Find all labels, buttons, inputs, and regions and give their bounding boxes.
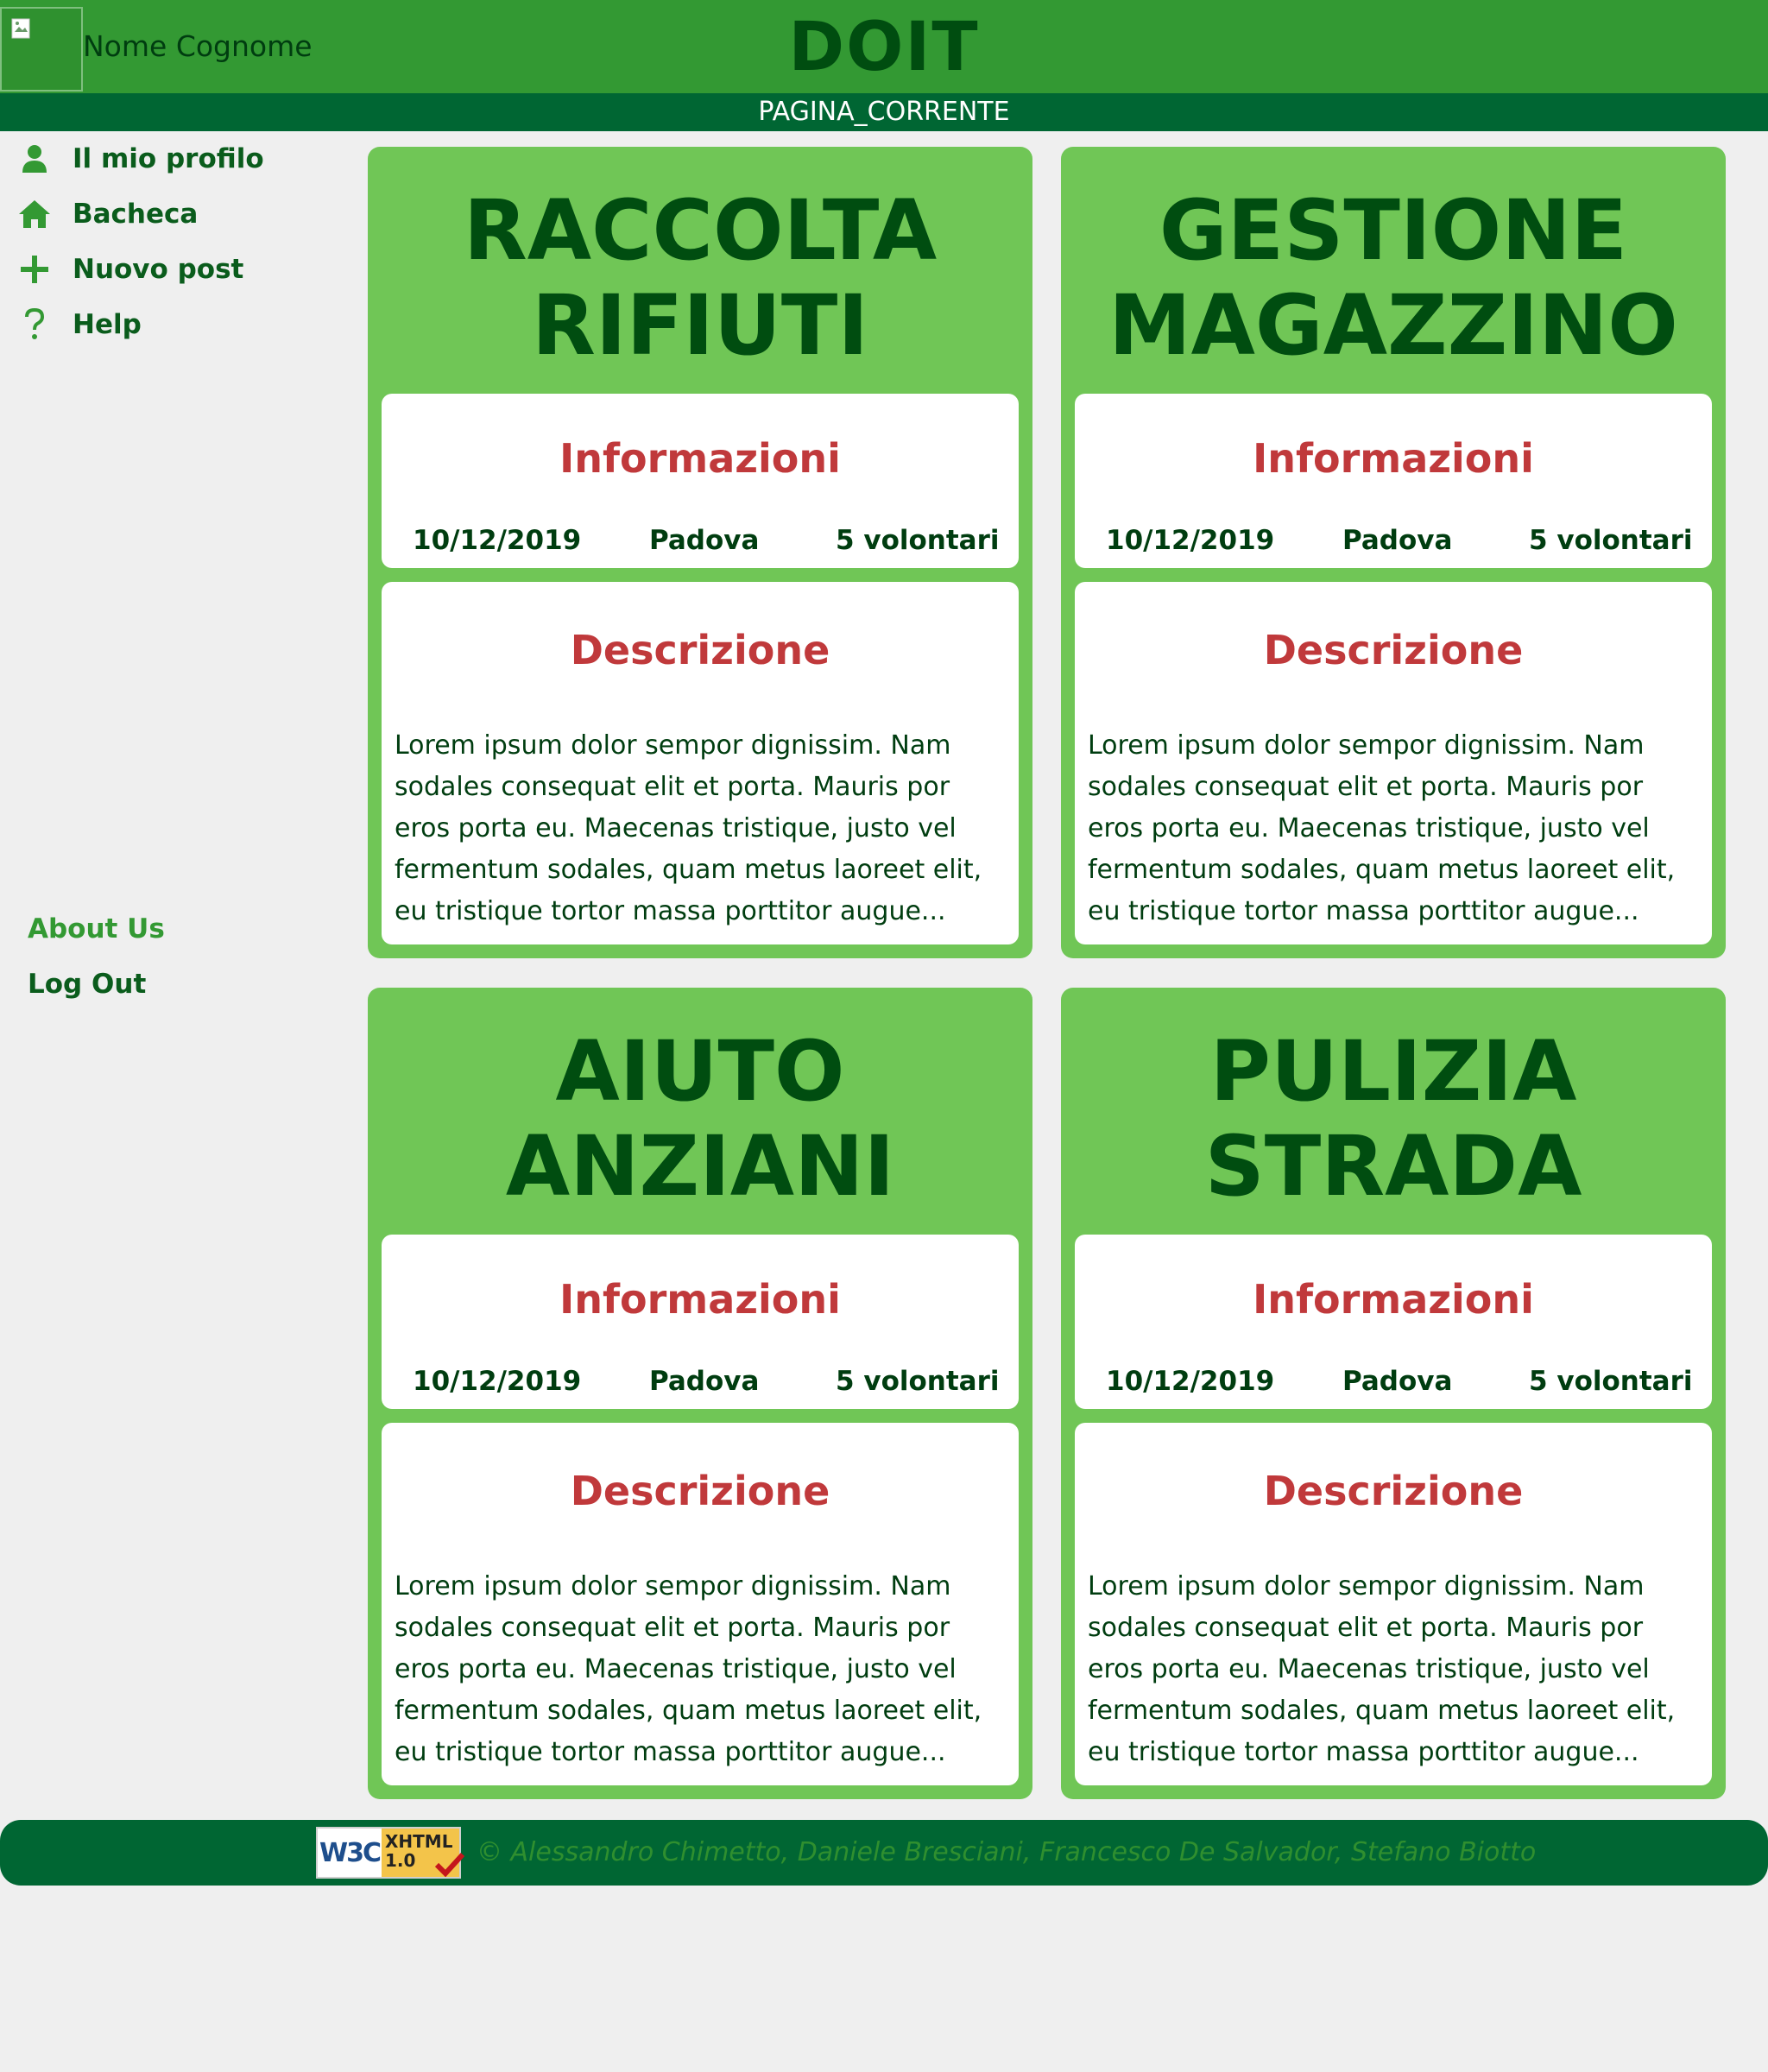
event-city: Padova xyxy=(1342,1366,1453,1397)
description-heading: Descrizione xyxy=(570,627,830,673)
card-title-line: PULIZIA xyxy=(1209,1023,1577,1120)
event-city: Padova xyxy=(1342,525,1453,556)
site-title: DOIT xyxy=(788,9,980,86)
card-title-line: AIUTO xyxy=(555,1023,845,1120)
w3c-logo: W3C xyxy=(319,1837,382,1868)
description-heading: Descrizione xyxy=(570,1468,830,1514)
card-title-line: MAGAZZINO xyxy=(1108,277,1678,374)
event-card[interactable]: RACCOLTA RIFIUTI Informazioni 10/12/2019… xyxy=(368,147,1032,958)
info-heading: Informazioni xyxy=(559,1276,841,1323)
event-card[interactable]: AIUTO ANZIANI Informazioni 10/12/2019 Pa… xyxy=(368,988,1032,1799)
sidebar-item-label: Bacheca xyxy=(73,199,199,230)
card-title-line: RIFIUTI xyxy=(531,277,869,374)
description-box: Descrizione Lorem ipsum dolor sempor dig… xyxy=(382,1423,1019,1785)
info-box: Informazioni 10/12/2019 Padova 5 volonta… xyxy=(1075,1235,1712,1409)
description-heading: Descrizione xyxy=(1263,627,1524,673)
user-icon xyxy=(17,142,52,176)
info-box: Informazioni 10/12/2019 Padova 5 volonta… xyxy=(382,1235,1019,1409)
event-date: 10/12/2019 xyxy=(413,525,582,556)
description-text: Lorem ipsum dolor sempor dignissim. Nam … xyxy=(1088,1571,1676,1767)
header: Nome Cognome DOIT xyxy=(0,0,1768,93)
current-page-bar: PAGINA_CORRENTE xyxy=(0,93,1768,131)
card-title-line: RACCOLTA xyxy=(463,182,938,279)
info-heading: Informazioni xyxy=(1253,435,1534,482)
card-title-line: ANZIANI xyxy=(505,1118,895,1215)
description-text: Lorem ipsum dolor sempor dignissim. Nam … xyxy=(395,730,982,926)
info-heading: Informazioni xyxy=(559,435,841,482)
sidebar-item-label: Nuovo post xyxy=(73,254,244,285)
logout-link[interactable]: Log Out xyxy=(28,969,146,1000)
card-title-line: GESTIONE xyxy=(1159,182,1628,279)
footer: W3C XHTML 1.0 © Alessandro Chimetto, Dan… xyxy=(0,1820,1768,1886)
card-title: GESTIONE MAGAZZINO xyxy=(1061,183,1726,373)
event-city: Padova xyxy=(649,1366,760,1397)
card-title: AIUTO ANZIANI xyxy=(368,1024,1032,1214)
plus-icon xyxy=(17,252,52,287)
sidebar-item-label: Help xyxy=(73,309,142,340)
sidebar-item-help[interactable]: Help xyxy=(17,304,142,345)
home-icon xyxy=(17,197,52,231)
question-icon xyxy=(17,307,52,342)
info-heading: Informazioni xyxy=(1253,1276,1534,1323)
sidebar-item-label: Il mio profilo xyxy=(73,143,264,174)
event-city: Padova xyxy=(649,525,760,556)
event-volunteers: 5 volontari xyxy=(1529,1366,1693,1397)
card-title: RACCOLTA RIFIUTI xyxy=(368,183,1032,373)
event-volunteers: 5 volontari xyxy=(836,1366,1000,1397)
card-title: PULIZIA STRADA xyxy=(1061,1024,1726,1214)
event-card[interactable]: GESTIONE MAGAZZINO Informazioni 10/12/20… xyxy=(1061,147,1726,958)
event-date: 10/12/2019 xyxy=(413,1366,582,1397)
about-us-link[interactable]: About Us xyxy=(28,913,165,944)
sidebar-item-bacheca[interactable]: Bacheca xyxy=(17,193,198,235)
event-volunteers: 5 volontari xyxy=(836,525,1000,556)
event-volunteers: 5 volontari xyxy=(1529,525,1693,556)
info-box: Informazioni 10/12/2019 Padova 5 volonta… xyxy=(1075,394,1712,568)
info-box: Informazioni 10/12/2019 Padova 5 volonta… xyxy=(382,394,1019,568)
xhtml-label: XHTML 1.0 xyxy=(382,1829,464,1877)
description-text: Lorem ipsum dolor sempor dignissim. Nam … xyxy=(1088,730,1676,926)
description-box: Descrizione Lorem ipsum dolor sempor dig… xyxy=(1075,1423,1712,1785)
sidebar-item-nuovo-post[interactable]: Nuovo post xyxy=(17,249,243,290)
sidebar-item-profile[interactable]: Il mio profilo xyxy=(17,138,264,180)
description-box: Descrizione Lorem ipsum dolor sempor dig… xyxy=(1075,582,1712,944)
event-card[interactable]: PULIZIA STRADA Informazioni 10/12/2019 P… xyxy=(1061,988,1726,1799)
checkmark-icon xyxy=(435,1852,464,1877)
description-box: Descrizione Lorem ipsum dolor sempor dig… xyxy=(382,582,1019,944)
description-heading: Descrizione xyxy=(1263,1468,1524,1514)
card-title-line: STRADA xyxy=(1204,1118,1582,1215)
event-date: 10/12/2019 xyxy=(1106,1366,1275,1397)
description-text: Lorem ipsum dolor sempor dignissim. Nam … xyxy=(395,1571,982,1767)
xhtml-text: XHTML xyxy=(385,1831,453,1852)
w3c-xhtml-badge[interactable]: W3C XHTML 1.0 xyxy=(316,1827,464,1879)
footer-credits: © Alessandro Chimetto, Daniele Bresciani… xyxy=(477,1837,1537,1867)
event-date: 10/12/2019 xyxy=(1106,525,1275,556)
